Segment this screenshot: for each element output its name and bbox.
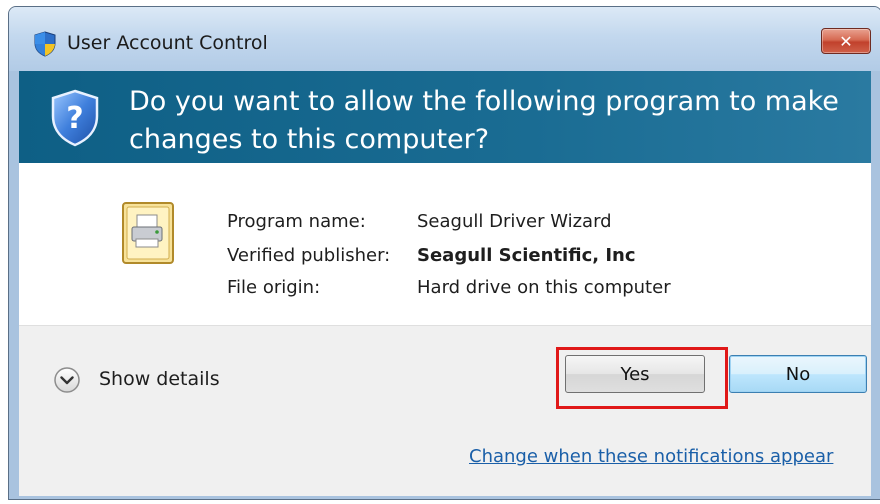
change-notifications-link[interactable]: Change when these notifications appear bbox=[469, 446, 833, 467]
yes-button-highlight bbox=[556, 347, 728, 409]
program-name-label: Program name: bbox=[227, 211, 366, 232]
uac-question-text: Do you want to allow the following progr… bbox=[129, 86, 839, 155]
chevron-down-icon[interactable] bbox=[53, 366, 81, 394]
uac-shield-icon bbox=[34, 31, 56, 57]
file-origin-value: Hard drive on this computer bbox=[417, 277, 671, 298]
file-origin-label: File origin: bbox=[227, 277, 321, 298]
program-name-value: Seagull Driver Wizard bbox=[417, 211, 612, 232]
verified-publisher-label: Verified publisher: bbox=[227, 245, 391, 266]
printer-driver-icon bbox=[122, 202, 174, 264]
question-banner: ? Do you want to allow the following pro… bbox=[19, 71, 871, 163]
verified-publisher-value: Seagull Scientific, Inc bbox=[417, 245, 636, 266]
uac-dialog: User Account Control ✕ ? Do you want to … bbox=[8, 6, 880, 500]
show-details-toggle[interactable]: Show details bbox=[99, 368, 220, 390]
question-shield-icon: ? bbox=[51, 89, 99, 147]
program-info-panel: Program name: Seagull Driver Wizard Veri… bbox=[19, 163, 871, 325]
dialog-footer: Show details Yes No Change when these no… bbox=[19, 325, 871, 496]
svg-text:?: ? bbox=[66, 101, 83, 136]
window-title: User Account Control bbox=[67, 32, 268, 54]
title-bar[interactable]: User Account Control ✕ bbox=[9, 7, 880, 71]
close-button[interactable]: ✕ bbox=[821, 28, 871, 54]
no-button[interactable]: No bbox=[729, 355, 867, 393]
